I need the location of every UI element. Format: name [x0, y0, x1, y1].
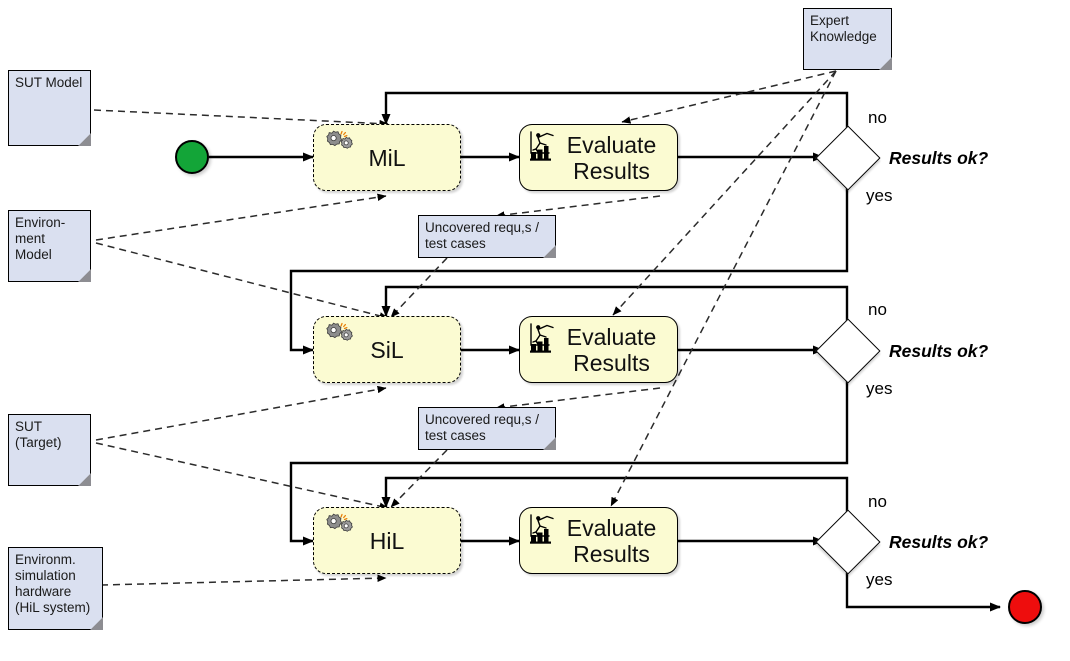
- note-uncovered-requirements-1-text: Uncovered requ,s / test cases: [425, 220, 540, 251]
- branch-label-yes-mil: yes: [866, 186, 893, 205]
- decision-node-hil[interactable]: [815, 509, 881, 575]
- note-fold-inner-icon: [79, 134, 90, 145]
- activity-evaluate-results-mil[interactable]: Evaluate Results: [519, 124, 678, 191]
- branch-label-no-mil: no: [868, 108, 887, 127]
- note-expert-knowledge-text: Expert Knowledge: [810, 13, 877, 44]
- note-uncovered-requirements-1[interactable]: Uncovered requ,s / test cases: [418, 215, 556, 258]
- decision-label-mil: Results ok?: [889, 148, 989, 168]
- presenter-icon: [527, 129, 565, 166]
- branch-label-yes-hil: yes: [866, 570, 893, 589]
- note-environment-model-text: Environ- ment Model: [15, 215, 66, 262]
- decision-diamond-shape: [815, 318, 881, 384]
- branch-label-no-hil: no: [868, 492, 887, 511]
- activity-evaluate-results-hil[interactable]: Evaluate Results: [519, 507, 678, 574]
- note-uncovered-requirements-2-text: Uncovered requ,s / test cases: [425, 412, 540, 443]
- note-sut-target[interactable]: SUT (Target): [8, 414, 91, 486]
- activity-hil-label: HiL: [369, 527, 405, 554]
- activity-evaluate-results-sil[interactable]: Evaluate Results: [519, 316, 678, 383]
- decision-node-mil[interactable]: [815, 125, 881, 191]
- note-expert-knowledge[interactable]: Expert Knowledge: [803, 8, 892, 70]
- activity-sil[interactable]: SiL: [313, 316, 461, 383]
- initial-node[interactable]: [175, 140, 209, 174]
- gears-icon: [321, 129, 357, 156]
- note-fold-inner-icon: [79, 474, 90, 485]
- note-fold-inner-icon: [544, 246, 555, 257]
- branch-label-no-sil: no: [868, 300, 887, 319]
- note-fold-inner-icon: [79, 270, 90, 281]
- note-sut-model[interactable]: SUT Model: [8, 70, 91, 146]
- activity-mil-label: MiL: [368, 144, 406, 171]
- note-sut-model-text: SUT Model: [15, 75, 83, 90]
- activity-mil[interactable]: MiL: [313, 124, 461, 191]
- gears-icon: [321, 512, 357, 539]
- note-fold-inner-icon: [544, 438, 555, 449]
- note-fold-inner-icon: [880, 58, 891, 69]
- decision-diamond-shape: [815, 509, 881, 575]
- activity-sil-label: SiL: [370, 336, 404, 363]
- branch-label-yes-sil: yes: [866, 379, 893, 398]
- note-environment-model[interactable]: Environ- ment Model: [8, 210, 91, 282]
- note-uncovered-requirements-2[interactable]: Uncovered requ,s / test cases: [418, 407, 556, 450]
- note-environment-simulation-hardware-text: Environm. simulation hardware (HiL syste…: [15, 552, 91, 615]
- activity-hil[interactable]: HiL: [313, 507, 461, 574]
- presenter-icon: [527, 512, 565, 549]
- decision-label-sil: Results ok?: [889, 341, 989, 361]
- presenter-icon: [527, 321, 565, 358]
- note-environment-simulation-hardware[interactable]: Environm. simulation hardware (HiL syste…: [8, 547, 103, 630]
- note-fold-inner-icon: [91, 618, 102, 629]
- decision-label-hil: Results ok?: [889, 532, 989, 552]
- final-node[interactable]: [1008, 590, 1042, 624]
- activity-diagram-canvas: SUT Model Environ- ment Model SUT (Targe…: [0, 0, 1070, 661]
- gears-icon: [321, 321, 357, 348]
- decision-diamond-shape: [815, 125, 881, 191]
- note-sut-target-text: SUT (Target): [15, 419, 62, 450]
- decision-node-sil[interactable]: [815, 318, 881, 384]
